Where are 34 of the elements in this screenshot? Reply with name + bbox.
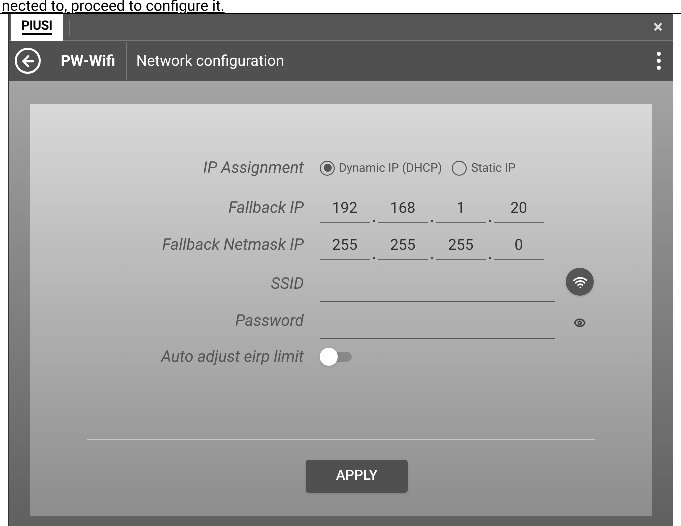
octet-field[interactable]: 20 [494, 196, 544, 223]
wifi-scan-button[interactable] [566, 268, 594, 296]
octet-field[interactable]: 255 [378, 234, 428, 260]
dot-separator [431, 220, 433, 222]
octet-field[interactable]: 255 [436, 234, 486, 260]
octet-field[interactable]: 255 [320, 234, 370, 260]
toggle-switch[interactable] [320, 348, 354, 366]
field-label: Password [235, 310, 304, 332]
dot-separator [489, 257, 491, 259]
octet-field[interactable]: 168 [378, 196, 428, 223]
field-label: Fallback Netmask IP [162, 234, 304, 256]
page-title: Network configuration [136, 50, 284, 72]
field-label: Fallback IP [228, 197, 304, 219]
radio-option[interactable]: Dynamic IP (DHCP) [320, 159, 442, 177]
close-button[interactable]: × [653, 14, 663, 40]
logo: PIUSI [22, 20, 52, 34]
field-label: SSID [271, 273, 304, 295]
dot-separator [373, 257, 375, 259]
wifi-icon [572, 274, 588, 290]
apply-button[interactable]: APPLY [306, 460, 408, 493]
back-arrow-icon [20, 52, 36, 70]
more-menu-icon[interactable] [657, 52, 661, 70]
dot-separator [431, 257, 433, 259]
octet-field[interactable]: 1 [436, 196, 486, 223]
dot-separator [489, 220, 491, 222]
device-name: PW-Wifi [61, 50, 116, 72]
dot-separator [373, 220, 375, 222]
show-password-icon[interactable] [574, 317, 586, 329]
octet-field[interactable]: 192 [320, 196, 370, 223]
back-button[interactable] [15, 48, 41, 74]
radio-option[interactable]: Static IP [452, 159, 516, 177]
octet-field[interactable]: 0 [494, 234, 544, 260]
field-label: Auto adjust eirp limit [161, 346, 304, 368]
field-label: IP Assignment [203, 157, 304, 179]
